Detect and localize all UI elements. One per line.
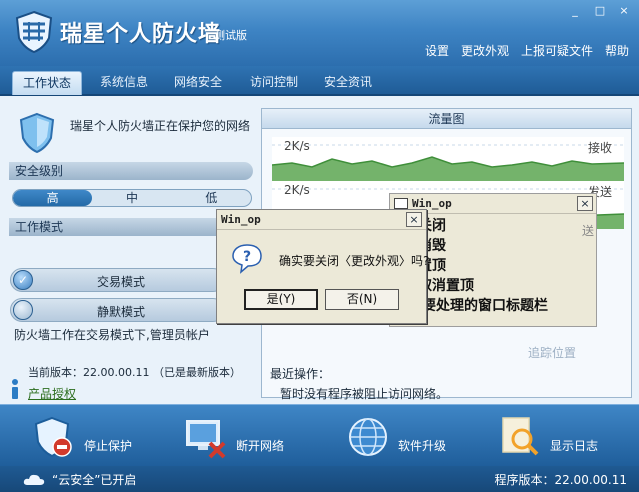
stop-protection-button[interactable]: 停止保护 bbox=[32, 413, 142, 459]
tab-bar: 工作状态 系统信息 网络安全 访问控制 安全资讯 bbox=[0, 66, 639, 96]
protection-status-text: 瑞星个人防火墙正在保护您的网络 bbox=[70, 119, 251, 133]
program-version: 程序版本：22.00.00.11 bbox=[494, 473, 627, 487]
recent-ops-text: 暂时没有程序被阻止访问网络。 bbox=[280, 387, 449, 401]
show-log-button[interactable]: 显示日志 bbox=[498, 413, 618, 459]
mode-silent-label: 静默模式 bbox=[96, 305, 145, 319]
status-bar: “云安全”已开启 程序版本：22.00.00.11 bbox=[0, 466, 639, 492]
traffic-title: 流量图 bbox=[262, 109, 631, 129]
close-button[interactable]: × bbox=[616, 4, 632, 18]
security-level-selector[interactable]: 高 中 低 bbox=[12, 189, 252, 207]
win-op-stub-text: 送 bbox=[581, 224, 594, 238]
show-log-label: 显示日志 bbox=[550, 439, 599, 453]
level-high[interactable]: 高 bbox=[13, 190, 93, 206]
settings-link[interactable]: 设置 bbox=[425, 42, 449, 59]
trace-location-link[interactable]: 追踪位置 bbox=[528, 344, 576, 361]
protection-shield-icon bbox=[19, 112, 55, 154]
title-bar: 瑞星个人防火墙 测试版 _ □ × 设置 更改外观 上报可疑文件 帮助 bbox=[0, 0, 639, 66]
software-upgrade-label: 软件升级 bbox=[398, 439, 447, 453]
globe-upgrade-icon bbox=[349, 418, 387, 456]
question-icon: ? bbox=[232, 244, 262, 274]
minimize-button[interactable]: _ bbox=[567, 4, 583, 18]
action-toolbar: 停止保护 断开网络 软件升级 显示日志 bbox=[0, 404, 639, 466]
confirm-message: 确实要关闭〈更改外观〉吗? bbox=[279, 254, 430, 268]
recent-ops-label: 最近操作： bbox=[270, 367, 331, 381]
mode-description: 防火墙工作在交易模式下,管理员帐户 bbox=[14, 328, 210, 342]
security-level-header: 安全级别 bbox=[9, 162, 253, 180]
send-rate: 2K/s bbox=[284, 183, 310, 197]
software-upgrade-button[interactable]: 软件升级 bbox=[346, 413, 466, 459]
maximize-button[interactable]: □ bbox=[592, 4, 608, 18]
receive-label: 接收 bbox=[587, 141, 612, 155]
confirm-dialog-close-button[interactable]: × bbox=[406, 212, 422, 227]
confirm-dialog-title: Win_op bbox=[221, 213, 261, 226]
info-icon bbox=[12, 379, 18, 399]
disconnect-network-label: 断开网络 bbox=[236, 439, 285, 453]
tab-network-security[interactable]: 网络安全 bbox=[164, 71, 232, 95]
confirm-dialog-titlebar[interactable]: Win_op × bbox=[217, 210, 426, 230]
tab-access-control[interactable]: 访问控制 bbox=[240, 71, 308, 95]
stop-protection-label: 停止保护 bbox=[84, 439, 133, 453]
cloud-security-status: “云安全”已开启 bbox=[52, 473, 137, 487]
svg-text:?: ? bbox=[243, 249, 251, 265]
window-icon bbox=[394, 198, 408, 209]
tab-security-news[interactable]: 安全资讯 bbox=[314, 71, 382, 95]
mode-trading-label: 交易模式 bbox=[96, 275, 145, 289]
log-search-icon bbox=[502, 417, 539, 456]
cloud-icon bbox=[23, 474, 45, 485]
no-button[interactable]: 否(N) bbox=[325, 289, 399, 310]
firewall-logo-icon bbox=[15, 10, 53, 54]
help-link[interactable]: 帮助 bbox=[605, 42, 629, 59]
app-edition: 测试版 bbox=[214, 29, 247, 42]
tab-system-info[interactable]: 系统信息 bbox=[90, 71, 158, 95]
top-links: 设置 更改外观 上报可疑文件 帮助 bbox=[425, 42, 629, 59]
level-low[interactable]: 低 bbox=[172, 190, 251, 206]
receive-rate: 2K/s bbox=[284, 139, 310, 153]
receive-graph-plot bbox=[272, 144, 624, 185]
shield-stop-icon bbox=[34, 416, 72, 458]
mode-silent[interactable]: ○ 静默模式 bbox=[10, 298, 225, 322]
license-link[interactable]: 产品授权 bbox=[28, 385, 76, 402]
receive-graph: 2K/s 接收 bbox=[272, 137, 624, 185]
tab-work-status[interactable]: 工作状态 bbox=[12, 71, 83, 95]
mode-trading[interactable]: ✓ 交易模式 bbox=[10, 268, 225, 292]
version-info: 当前版本：22.00.00.11 （已是最新版本） bbox=[28, 366, 241, 379]
win-op-close-button[interactable]: × bbox=[577, 196, 593, 211]
yes-button[interactable]: 是(Y) bbox=[244, 289, 318, 310]
monitor-disconnect-icon bbox=[186, 420, 226, 459]
confirm-dialog: Win_op × ? 确实要关闭〈更改外观〉吗? 是(Y) 否(N) bbox=[216, 209, 430, 324]
app-title: 瑞星个人防火墙 bbox=[60, 22, 222, 47]
level-medium[interactable]: 中 bbox=[92, 190, 171, 206]
disconnect-network-button[interactable]: 断开网络 bbox=[184, 413, 304, 459]
report-file-link[interactable]: 上报可疑文件 bbox=[521, 42, 593, 59]
change-skin-link[interactable]: 更改外观 bbox=[461, 42, 509, 59]
